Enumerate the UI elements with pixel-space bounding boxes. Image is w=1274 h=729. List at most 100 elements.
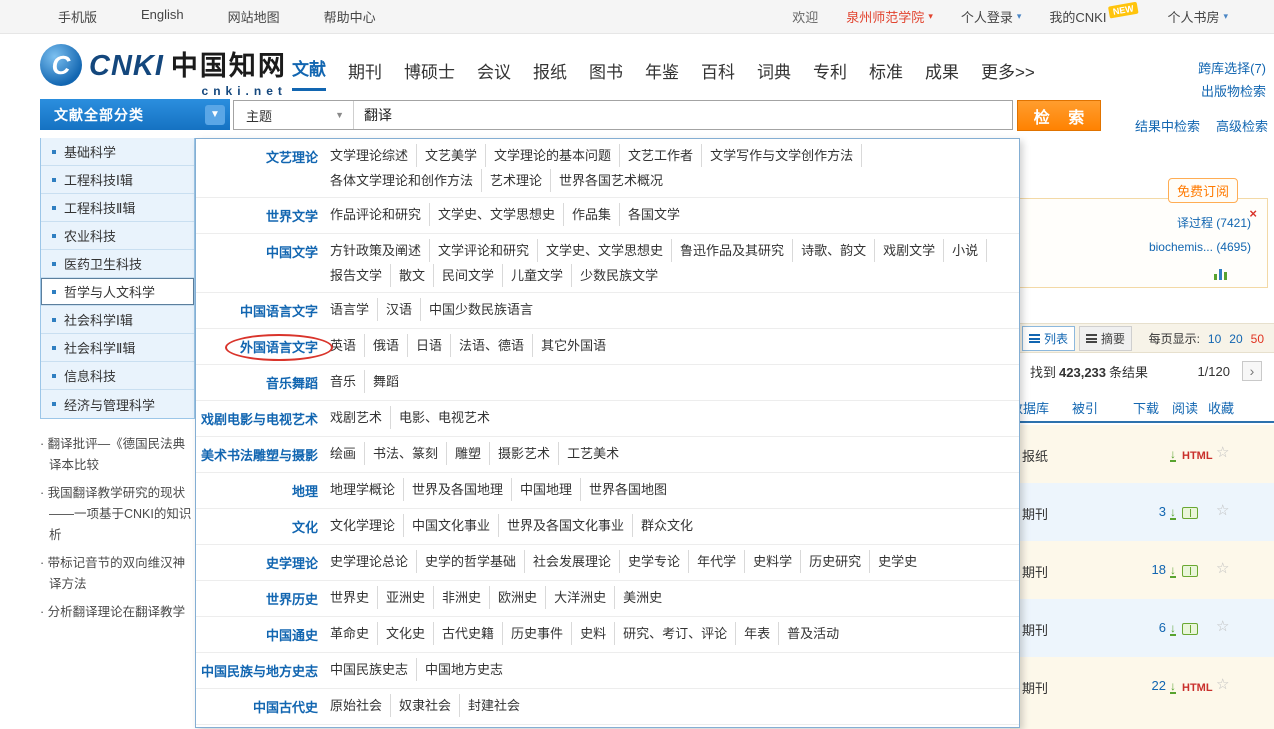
read-online-icon[interactable] [1182, 623, 1198, 635]
download-icon[interactable]: ↓ [1170, 565, 1176, 578]
flyout-item[interactable]: 散文 [391, 264, 434, 287]
flyout-item[interactable]: 其它外国语 [533, 334, 614, 357]
sidebar-item[interactable]: 医药卫生科技 [41, 250, 194, 278]
flyout-item[interactable]: 史学史 [870, 550, 925, 573]
flyout-item[interactable]: 音乐 [322, 370, 365, 393]
flyout-item[interactable]: 鲁迅作品及其研究 [672, 239, 793, 262]
nav-tab[interactable]: 成果 [925, 58, 959, 91]
nav-tab[interactable]: 年鉴 [645, 58, 679, 91]
flyout-category[interactable]: 中国古代史 [196, 693, 320, 720]
flyout-item[interactable]: 史学理论总论 [322, 550, 417, 573]
flyout-item[interactable]: 戏剧艺术 [322, 406, 391, 429]
nav-tab[interactable]: 更多>> [981, 58, 1035, 91]
sidebar-item[interactable]: 工程科技Ⅱ辑 [41, 194, 194, 222]
flyout-item[interactable]: 法语、德语 [451, 334, 533, 357]
nav-tab[interactable]: 报纸 [533, 58, 567, 91]
sidebar-item[interactable]: 农业科技 [41, 222, 194, 250]
flyout-item[interactable]: 雕塑 [447, 442, 490, 465]
read-online-icon[interactable] [1182, 507, 1198, 519]
flyout-item[interactable]: 世界各国地图 [581, 478, 675, 501]
flyout-item[interactable]: 中国少数民族语言 [421, 298, 541, 321]
flyout-category[interactable]: 美术书法雕塑与摄影 [196, 441, 320, 468]
flyout-item[interactable]: 普及活动 [779, 622, 847, 645]
flyout-item[interactable]: 日语 [408, 334, 451, 357]
related-item[interactable]: · 翻译批评—《德国民法典译本比较 [40, 434, 196, 476]
flyout-item[interactable]: 群众文化 [633, 514, 701, 537]
flyout-item[interactable]: 史学专论 [620, 550, 689, 573]
column-header[interactable]: 被引 [1072, 398, 1098, 417]
flyout-item[interactable]: 地理学概论 [322, 478, 404, 501]
nav-tab[interactable]: 百科 [701, 58, 735, 91]
nav-tab[interactable]: 图书 [589, 58, 623, 91]
html-read-link[interactable]: HTML [1182, 682, 1213, 694]
table-row[interactable]: 期刊18↓☆ [1010, 541, 1274, 599]
free-subscribe-button[interactable]: 免费订阅 [1168, 178, 1238, 203]
per-page-option[interactable]: 50 [1251, 332, 1264, 346]
sidebar-item[interactable]: 哲学与人文科学 [41, 278, 194, 306]
flyout-item[interactable]: 汉语 [378, 298, 421, 321]
table-row[interactable]: 期刊6↓☆ [1010, 599, 1274, 657]
quick-link[interactable]: 高级检索 [1216, 116, 1268, 135]
download-icon[interactable]: ↓ [1170, 507, 1176, 520]
nav-tab[interactable]: 专利 [813, 58, 847, 91]
flyout-item[interactable]: 世界各国艺术概况 [551, 169, 671, 192]
next-page-button[interactable]: › [1242, 361, 1262, 381]
column-header[interactable]: 下载 [1133, 398, 1159, 417]
sidebar-item[interactable]: 经济与管理科学 [41, 390, 194, 418]
download-count-link[interactable]: 18 [1152, 562, 1166, 577]
flyout-item[interactable]: 年代学 [689, 550, 745, 573]
cnki-logo[interactable]: C CNKI 中国知网 cnki.net [40, 44, 287, 98]
nav-tab[interactable]: 会议 [477, 58, 511, 91]
nav-tab[interactable]: 期刊 [348, 58, 382, 91]
flyout-item[interactable]: 报告文学 [322, 264, 391, 287]
flyout-item[interactable]: 封建社会 [460, 694, 528, 717]
related-item[interactable]: · 分析翻译理论在翻译教学 [40, 602, 196, 623]
flyout-item[interactable]: 少数民族文学 [572, 264, 666, 287]
flyout-item[interactable]: 儿童文学 [503, 264, 572, 287]
read-online-icon[interactable] [1182, 565, 1198, 577]
flyout-item[interactable]: 舞蹈 [365, 370, 407, 393]
flyout-item[interactable]: 绘画 [322, 442, 365, 465]
chevron-down-icon[interactable]: ▼ [205, 105, 225, 125]
flyout-item[interactable]: 美洲史 [615, 586, 670, 609]
flyout-category[interactable]: 史学理论 [196, 549, 320, 576]
flyout-item[interactable]: 中国地理 [512, 478, 581, 501]
flyout-item[interactable]: 文学理论的基本问题 [486, 144, 620, 167]
flyout-item[interactable]: 史料学 [745, 550, 801, 573]
topbar-link[interactable]: English [141, 7, 184, 26]
flyout-category[interactable]: 外国语言文字 [196, 333, 320, 360]
flyout-item[interactable]: 大洋洲史 [546, 586, 615, 609]
flyout-item[interactable]: 研究、考订、评论 [615, 622, 736, 645]
favorite-star-icon[interactable]: ☆ [1216, 501, 1229, 519]
chart-icon[interactable] [1214, 269, 1227, 280]
flyout-category[interactable]: 文艺理论 [196, 143, 320, 193]
flyout-item[interactable]: 各国文学 [620, 203, 688, 226]
flyout-category[interactable]: 音乐舞蹈 [196, 369, 320, 396]
sidebar-item[interactable]: 基础科学 [41, 138, 194, 166]
search-input[interactable] [354, 101, 1012, 129]
flyout-item[interactable]: 文化学理论 [322, 514, 404, 537]
flyout-category[interactable]: 世界文学 [196, 202, 320, 229]
quick-link[interactable]: 出版物检索 [1198, 80, 1266, 103]
flyout-item[interactable]: 俄语 [365, 334, 408, 357]
flyout-item[interactable]: 非洲史 [434, 586, 490, 609]
flyout-item[interactable]: 世界及各国文化事业 [499, 514, 633, 537]
flyout-item[interactable]: 文艺美学 [417, 144, 486, 167]
favorite-star-icon[interactable]: ☆ [1216, 443, 1229, 461]
per-page-option[interactable]: 10 [1208, 332, 1221, 346]
favorite-star-icon[interactable]: ☆ [1216, 675, 1229, 693]
flyout-item[interactable]: 文学史、文学思想史 [538, 239, 672, 262]
table-row[interactable]: 期刊22↓HTML☆ [1010, 657, 1274, 729]
table-row[interactable]: 报纸↓HTML☆ [1010, 425, 1274, 483]
flyout-item[interactable]: 电影、电视艺术 [391, 406, 498, 429]
flyout-category[interactable]: 中国通史 [196, 621, 320, 648]
download-count-link[interactable]: 3 [1159, 504, 1166, 519]
column-header[interactable]: 阅读 [1172, 398, 1198, 417]
flyout-item[interactable]: 艺术理论 [482, 169, 551, 192]
flyout-item[interactable]: 世界史 [322, 586, 378, 609]
flyout-item[interactable]: 文学理论综述 [322, 144, 417, 167]
flyout-item[interactable]: 各体文学理论和创作方法 [322, 169, 482, 192]
topbar-link[interactable]: 手机版 [58, 7, 97, 26]
sidebar-item[interactable]: 社会科学Ⅰ辑 [41, 306, 194, 334]
topbar-link[interactable]: 帮助中心 [324, 7, 376, 26]
